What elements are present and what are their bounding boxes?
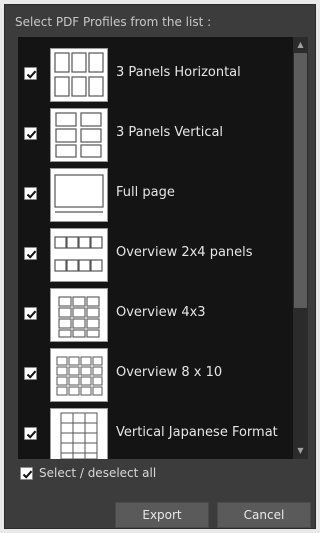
list-item[interactable]: 3 Panels Vertical bbox=[18, 106, 293, 164]
check-icon bbox=[26, 250, 37, 259]
profile-checkbox[interactable] bbox=[24, 367, 37, 380]
list-item[interactable]: Overview 4x3 bbox=[18, 286, 293, 344]
check-icon bbox=[26, 370, 37, 379]
profile-label: Overview 2x4 panels bbox=[116, 245, 253, 260]
grid-4x3-icon bbox=[50, 288, 108, 342]
scroll-down-arrow-icon[interactable]: ▼ bbox=[293, 443, 308, 459]
profile-checkbox[interactable] bbox=[24, 307, 37, 320]
three-rows-icon bbox=[50, 108, 108, 162]
cancel-button[interactable]: Cancel bbox=[217, 502, 311, 528]
check-icon bbox=[26, 190, 37, 199]
export-button[interactable]: Export bbox=[115, 502, 209, 528]
select-all-checkbox[interactable] bbox=[20, 467, 33, 480]
scroll-up-arrow-icon[interactable]: ▲ bbox=[293, 37, 308, 53]
prompt-label: Select PDF Profiles from the list : bbox=[15, 15, 212, 29]
profile-label: Overview 8 x 10 bbox=[116, 365, 223, 380]
select-all-label: Select / deselect all bbox=[39, 466, 157, 480]
profile-checkbox[interactable] bbox=[24, 187, 37, 200]
three-columns-icon bbox=[50, 48, 108, 102]
vertical-japanese-icon bbox=[50, 408, 108, 459]
grid-2x4-icon bbox=[50, 228, 108, 282]
profile-label: Overview 4x3 bbox=[116, 305, 206, 320]
list-item[interactable]: Full page bbox=[18, 166, 293, 224]
list-scrollbar[interactable]: ▲ ▼ bbox=[293, 37, 308, 459]
check-icon bbox=[26, 430, 37, 439]
profile-label: Vertical Japanese Format bbox=[116, 425, 278, 440]
list-item[interactable]: 3 Panels Horizontal bbox=[18, 46, 293, 104]
list-item[interactable]: Overview 2x4 panels bbox=[18, 226, 293, 284]
list-item[interactable]: Overview 8 x 10 bbox=[18, 346, 293, 404]
pdf-profiles-dialog: Select PDF Profiles from the list : 3 Pa… bbox=[4, 4, 316, 529]
check-icon bbox=[26, 70, 37, 79]
check-icon bbox=[26, 130, 37, 139]
profile-label: 3 Panels Horizontal bbox=[116, 65, 241, 80]
profile-checkbox[interactable] bbox=[24, 127, 37, 140]
profile-label: 3 Panels Vertical bbox=[116, 125, 224, 140]
profile-label: Full page bbox=[116, 185, 175, 200]
list-item[interactable]: Vertical Japanese Format bbox=[18, 406, 293, 459]
profile-list[interactable]: 3 Panels Horizontal 3 Panels Vertical Fu… bbox=[18, 37, 308, 459]
check-icon bbox=[22, 470, 33, 479]
profile-checkbox[interactable] bbox=[24, 427, 37, 440]
profile-checkbox[interactable] bbox=[24, 247, 37, 260]
grid-8x10-icon bbox=[50, 348, 108, 402]
check-icon bbox=[26, 310, 37, 319]
full-page-icon bbox=[50, 168, 108, 222]
scrollbar-thumb[interactable] bbox=[294, 53, 307, 308]
profile-checkbox[interactable] bbox=[24, 67, 37, 80]
